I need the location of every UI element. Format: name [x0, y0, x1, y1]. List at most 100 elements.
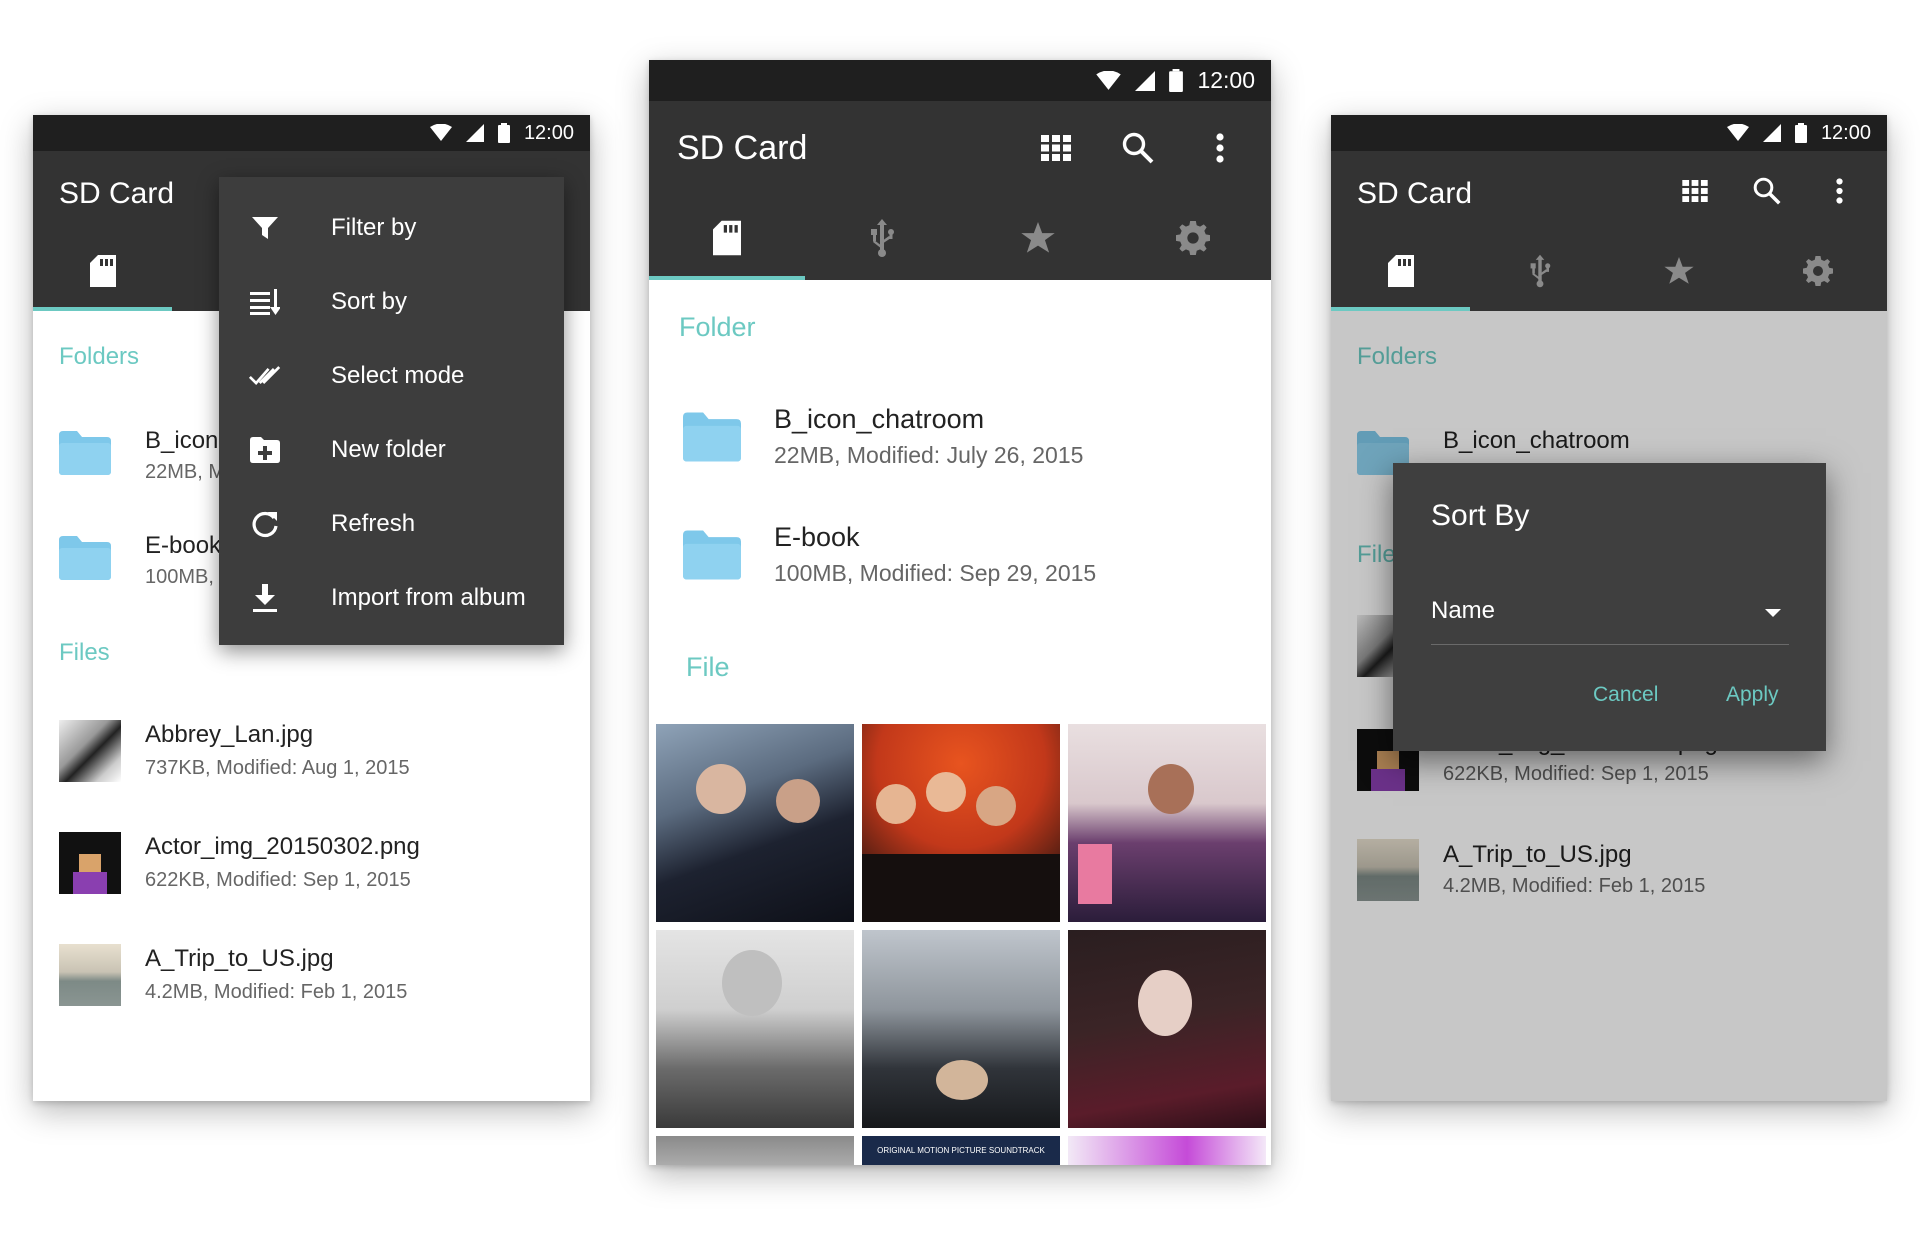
folder-row[interactable]: B_icon_chatroom 22MB, Modified: July 26,…: [649, 390, 1271, 480]
refresh-icon: [249, 508, 281, 540]
apply-button[interactable]: Apply: [1726, 683, 1779, 707]
folder-name: B_icon_chatroom: [774, 404, 985, 434]
battery-icon: [497, 123, 510, 143]
more-options-button[interactable]: [1195, 123, 1245, 173]
file-name: Abbrey_Lan.jpg: [145, 721, 314, 748]
grid-view-button[interactable]: [1031, 123, 1081, 173]
status-bar: 12:00: [1331, 115, 1887, 151]
new-folder-icon: [249, 434, 281, 466]
search-icon: [1122, 132, 1154, 164]
photo-thumbnail[interactable]: [656, 724, 854, 922]
wifi-icon: [1726, 124, 1749, 141]
more-vert-icon: [1835, 178, 1843, 204]
file-meta: 4.2MB, Modified: Feb 1, 2015: [145, 981, 408, 1003]
signal-icon: [1762, 124, 1781, 142]
file-thumbnail: [59, 720, 121, 782]
menu-label: New folder: [331, 436, 446, 463]
folder-meta: 100MB, Modified: Sep 29, 2015: [774, 560, 1097, 586]
menu-label: Sort by: [331, 288, 408, 315]
star-icon: [1663, 257, 1694, 284]
tab-favorites[interactable]: [960, 196, 1116, 280]
status-bar: 12:00: [33, 115, 590, 151]
dialog-title: Sort By: [1431, 499, 1530, 532]
menu-item-new-folder[interactable]: New folder: [219, 413, 564, 487]
folder-meta: 22MB, M: [145, 461, 226, 483]
page-title: SD Card: [1357, 177, 1473, 210]
photo-thumbnail[interactable]: ORIGINAL MOTION PICTURE SOUNDTRACK: [862, 1136, 1060, 1165]
dropdown-arrow-icon: [1765, 609, 1781, 617]
photo-thumbnail[interactable]: [656, 930, 854, 1128]
status-bar: 12:00: [649, 60, 1271, 101]
wifi-icon: [1096, 70, 1122, 90]
cancel-button[interactable]: Cancel: [1593, 683, 1658, 707]
folder-icon: [59, 431, 111, 475]
menu-item-sort-by[interactable]: Sort by: [219, 265, 564, 339]
tab-sd-card[interactable]: [33, 231, 172, 311]
menu-label: Import from album: [331, 584, 526, 611]
star-icon: [1021, 222, 1055, 253]
photo-figure: [696, 764, 746, 814]
photo-figure: [862, 854, 1060, 922]
photo-thumbnail[interactable]: [1068, 1136, 1266, 1165]
file-row[interactable]: Abbrey_Lan.jpg 737KB, Modified: Aug 1, 2…: [33, 715, 590, 795]
menu-item-refresh[interactable]: Refresh: [219, 487, 564, 561]
menu-item-import-from-album[interactable]: Import from album: [219, 561, 564, 635]
file-row[interactable]: Actor_img_20150302.png 622KB, Modified: …: [33, 827, 590, 907]
photo-thumbnail[interactable]: [862, 930, 1060, 1128]
file-name: Actor_img_20150302.png: [145, 833, 420, 860]
signal-icon: [465, 124, 484, 142]
center-phone: 12:00 SD Card Folder B_icon_chatroom 22M…: [649, 60, 1271, 1165]
tab-sd-card[interactable]: [1331, 231, 1470, 311]
photo-thumbnail[interactable]: [656, 1136, 854, 1165]
tab-settings[interactable]: [1748, 231, 1887, 311]
photo-figure: [776, 779, 820, 823]
folder-icon: [59, 536, 111, 580]
photo-figure: [722, 950, 782, 1016]
photo-thumbnail[interactable]: [1068, 930, 1266, 1128]
gear-icon: [1176, 221, 1211, 255]
grid-icon: [1041, 135, 1071, 161]
folder-name: E-book: [774, 522, 860, 552]
menu-item-filter-by[interactable]: Filter by: [219, 191, 564, 265]
status-time: 12:00: [1197, 67, 1255, 93]
sort-by-dialog: Sort By Name Cancel Apply: [1393, 463, 1826, 751]
folder-name: B_icon: [145, 427, 219, 454]
search-button[interactable]: [1745, 169, 1789, 213]
search-button[interactable]: [1113, 123, 1163, 173]
double-check-icon: [249, 360, 281, 392]
tab-usb[interactable]: [805, 196, 961, 280]
pixel-avatar-shape: [79, 854, 101, 872]
sd-card-icon: [89, 255, 116, 287]
left-phone: 12:00 SD Card Folders B_icon 22MB, M E-b…: [33, 115, 590, 1101]
sort-select[interactable]: Name: [1431, 589, 1789, 645]
file-row[interactable]: A_Trip_to_US.jpg 4.2MB, Modified: Feb 1,…: [33, 939, 590, 1019]
sd-card-icon: [1387, 255, 1414, 287]
photo-figure: [936, 1060, 988, 1100]
filter-icon: [249, 212, 281, 244]
menu-label: Refresh: [331, 510, 416, 537]
file-thumbnail: [59, 944, 121, 1006]
tab-favorites[interactable]: [1609, 231, 1748, 311]
folder-header: Folder: [679, 312, 756, 342]
folder-row[interactable]: E-book 100MB, Modified: Sep 29, 2015: [649, 508, 1271, 598]
file-name: A_Trip_to_US.jpg: [145, 945, 334, 972]
search-icon: [1753, 177, 1781, 205]
more-vert-icon: [1216, 133, 1224, 163]
grid-view-button[interactable]: [1673, 169, 1717, 213]
photo-thumbnail[interactable]: [1068, 724, 1266, 922]
file-thumbnail: [59, 832, 121, 894]
tab-sd-card[interactable]: [649, 196, 805, 280]
right-phone: 12:00 SD Card Folders B_icon_chatroom Fi…: [1331, 115, 1887, 1101]
folder-meta: 100MB,: [145, 566, 214, 588]
folder-meta: 22MB, Modified: July 26, 2015: [774, 442, 1084, 468]
file-meta: 737KB, Modified: Aug 1, 2015: [145, 757, 410, 779]
grid-icon: [1682, 180, 1708, 202]
more-options-button[interactable]: [1817, 169, 1861, 213]
photo-thumbnail[interactable]: [862, 724, 1060, 922]
sort-select-value: Name: [1431, 597, 1496, 624]
menu-item-select-mode[interactable]: Select mode: [219, 339, 564, 413]
signal-icon: [1135, 70, 1156, 91]
status-time: 12:00: [523, 121, 574, 144]
tab-usb[interactable]: [1470, 231, 1609, 311]
tab-settings[interactable]: [1116, 196, 1272, 280]
